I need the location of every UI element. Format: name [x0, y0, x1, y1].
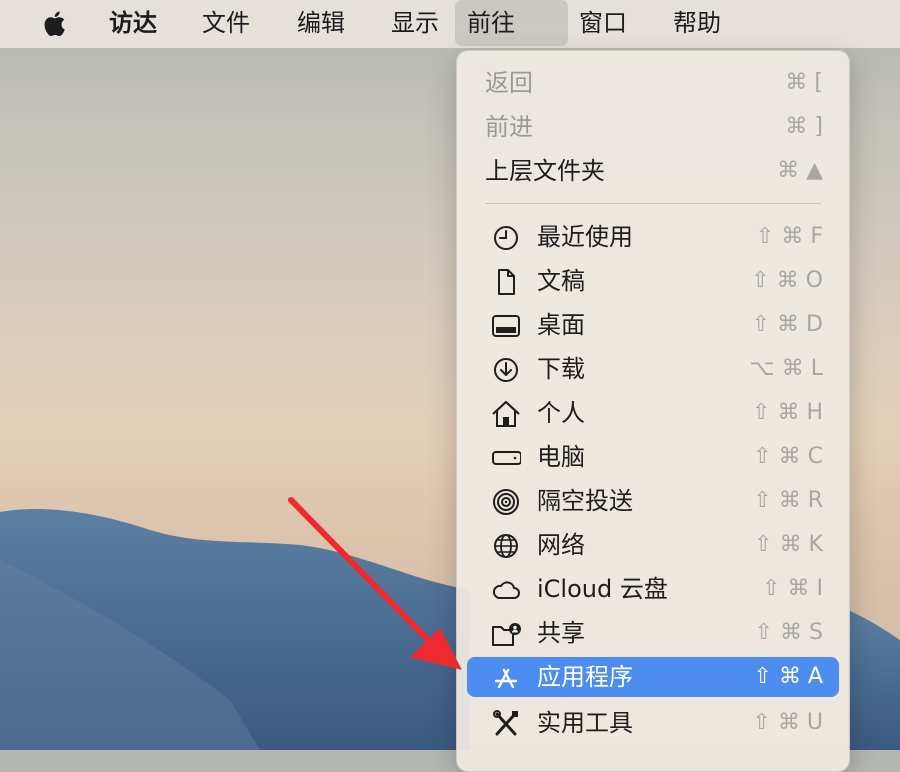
annotation-arrow [288, 497, 462, 670]
